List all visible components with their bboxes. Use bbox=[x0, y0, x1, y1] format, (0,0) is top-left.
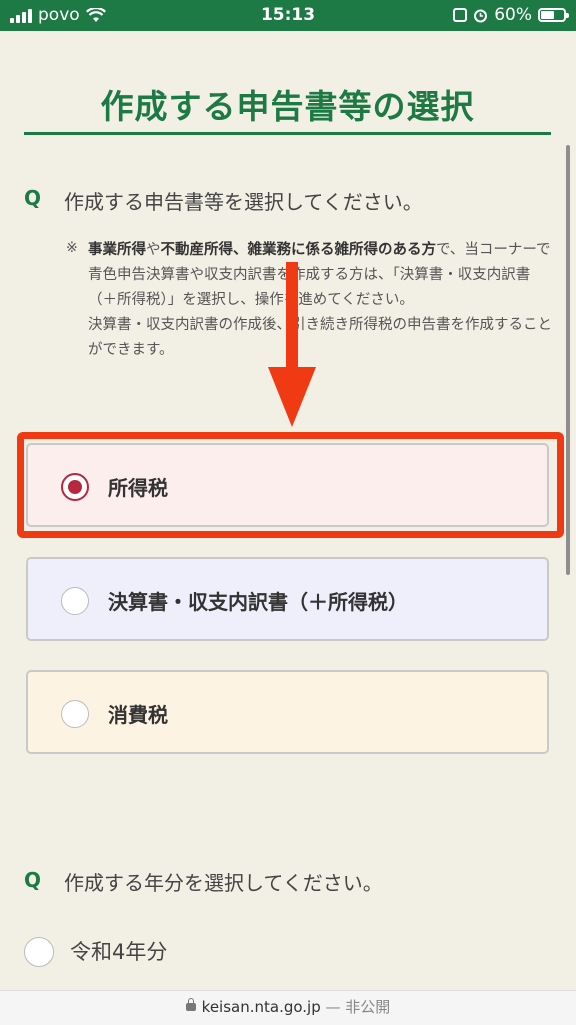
question-mark-2: Q bbox=[24, 868, 42, 892]
option-label: 所得税 bbox=[108, 476, 168, 500]
radio-selected-icon[interactable] bbox=[61, 473, 89, 501]
url-domain: keisan.nta.go.jp bbox=[201, 998, 321, 1016]
lock-icon bbox=[185, 998, 196, 1011]
status-bar: povo 15:13 60% bbox=[0, 0, 576, 31]
note-text: 事業所得や不動産所得、雑業務に係る雑所得のある方で、当コーナーで青色申告決算書や… bbox=[88, 238, 554, 363]
note-text-3: 決算書・収支内訳書の作成後、引き続き所得税の申告書を作成することができます。 bbox=[88, 317, 552, 358]
screen-lock-icon bbox=[453, 8, 468, 22]
radio-icon[interactable] bbox=[61, 700, 89, 728]
question-text-2: 作成する年分を選択してください。 bbox=[64, 871, 383, 895]
page-title: 作成する申告書等の選択 bbox=[100, 87, 475, 126]
option-consumption-tax[interactable]: 消費税 bbox=[26, 670, 549, 754]
battery-percent: 60% bbox=[494, 5, 532, 25]
radio-icon[interactable] bbox=[24, 937, 54, 967]
year-option-label[interactable]: 令和4年分 bbox=[70, 936, 167, 966]
question-text: 作成する申告書等を選択してください。 bbox=[64, 190, 423, 214]
option-income-tax[interactable]: 所得税 bbox=[26, 443, 549, 527]
option-financial-statements[interactable]: 決算書・収支内訳書（＋所得税） bbox=[26, 557, 549, 641]
battery-icon bbox=[538, 8, 569, 22]
status-right: 60% bbox=[453, 5, 569, 25]
question-mark: Q bbox=[24, 186, 42, 210]
url-bar[interactable]: keisan.nta.go.jp — 非公開 bbox=[0, 990, 576, 1025]
scrollbar[interactable] bbox=[566, 145, 570, 575]
note-asterisk: ※ bbox=[66, 240, 78, 256]
battery-fill bbox=[541, 11, 554, 19]
note-bold-2: 不動産所得、雑業務に係る雑所得のある方 bbox=[160, 242, 437, 258]
title-underline bbox=[24, 132, 551, 135]
note-bold-1: 事業所得 bbox=[88, 242, 146, 258]
option-label: 消費税 bbox=[108, 703, 168, 727]
radio-icon[interactable] bbox=[61, 587, 89, 615]
alarm-icon bbox=[474, 9, 488, 22]
url-suffix: — 非公開 bbox=[325, 998, 391, 1016]
option-label: 決算書・収支内訳書（＋所得税） bbox=[108, 590, 408, 614]
note-text-1: や bbox=[146, 242, 161, 258]
